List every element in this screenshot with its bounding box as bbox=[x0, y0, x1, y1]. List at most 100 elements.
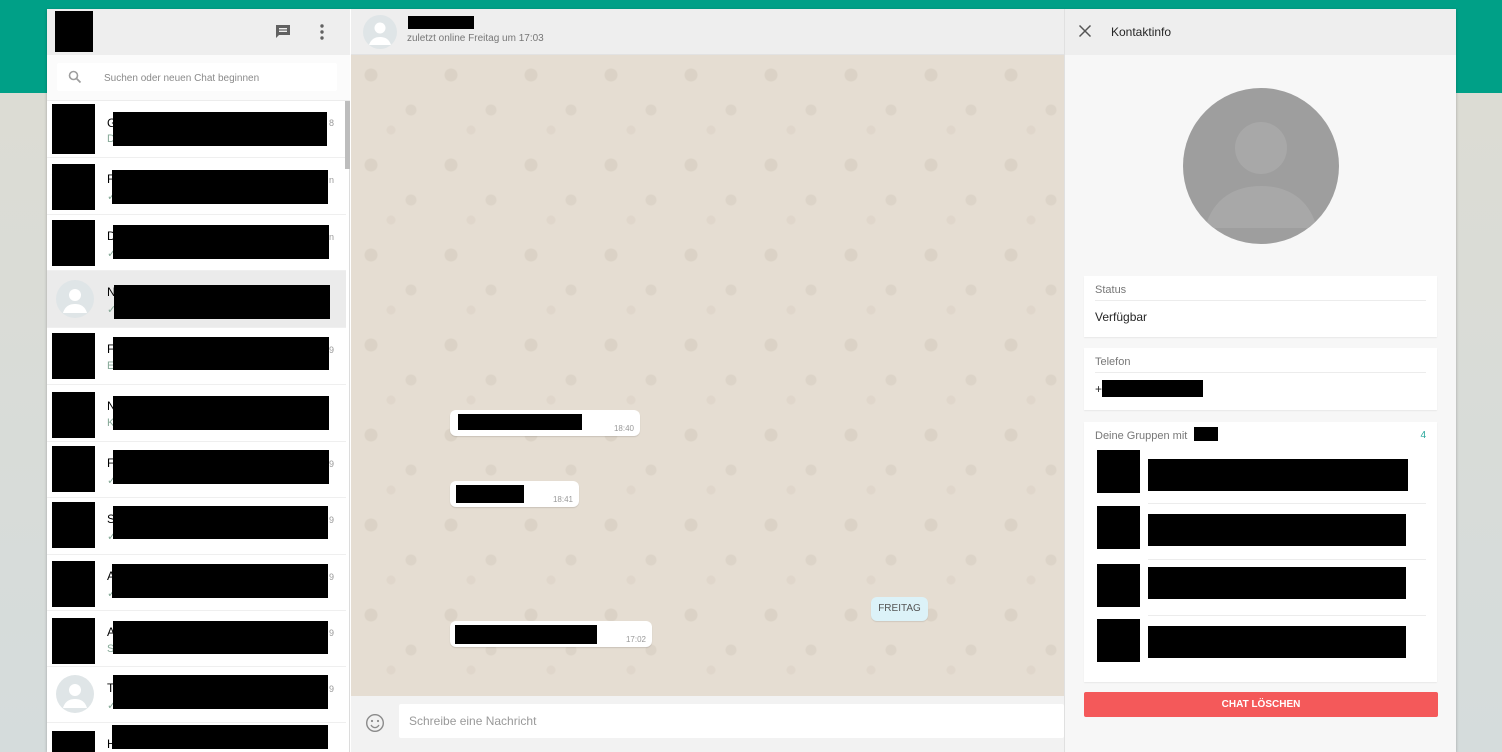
chat-list-item[interactable]: N K bbox=[47, 385, 346, 442]
group-name-redacted bbox=[1148, 626, 1406, 658]
search-input[interactable] bbox=[104, 70, 324, 86]
group-name-redacted bbox=[1148, 459, 1408, 491]
contact-avatar bbox=[56, 675, 94, 713]
my-avatar[interactable] bbox=[55, 11, 93, 52]
message-time: 18:41 bbox=[552, 495, 573, 504]
status-label: Status bbox=[1095, 284, 1127, 296]
contact-avatar bbox=[52, 392, 95, 438]
redaction-box bbox=[113, 112, 327, 146]
contact-avatar bbox=[52, 333, 95, 379]
close-icon[interactable] bbox=[1078, 24, 1092, 38]
chat-time: 9 bbox=[328, 515, 334, 525]
chat-list-item[interactable]: A S 9 bbox=[47, 611, 346, 667]
redaction-box bbox=[113, 506, 328, 539]
phone-number-redacted bbox=[1102, 380, 1203, 397]
group-item[interactable] bbox=[1084, 562, 1437, 618]
message-composer bbox=[351, 696, 1064, 752]
redaction-box bbox=[112, 564, 328, 598]
chat-list-item[interactable]: D ✓ n bbox=[47, 215, 346, 271]
redaction-box bbox=[113, 337, 329, 370]
chat-list-item[interactable]: A ✓ 9 bbox=[47, 555, 346, 611]
group-name-redacted bbox=[1148, 514, 1406, 546]
contact-avatar bbox=[52, 561, 95, 607]
chat-time: 9 bbox=[328, 459, 334, 469]
profile-picture[interactable] bbox=[1183, 88, 1339, 244]
redaction-box bbox=[112, 170, 328, 204]
contact-name-redacted bbox=[1194, 427, 1218, 441]
last-seen-status: zuletzt online Freitag um 17:03 bbox=[407, 33, 544, 44]
redaction-box bbox=[113, 450, 329, 484]
search-icon bbox=[68, 70, 82, 84]
search-bar bbox=[47, 55, 350, 101]
chat-time: 9 bbox=[328, 572, 334, 582]
chat-time: 9 bbox=[328, 684, 334, 694]
chat-list-item[interactable]: S ✓ 9 bbox=[47, 498, 346, 555]
contact-info-pane: Kontaktinfo Status Verfügbar Telefon + D… bbox=[1064, 9, 1456, 752]
chat-list-item[interactable]: F E 9 bbox=[47, 328, 346, 385]
group-item[interactable] bbox=[1084, 448, 1437, 504]
groups-count: 4 bbox=[1420, 430, 1426, 441]
chat-icon[interactable] bbox=[273, 22, 293, 42]
group-item[interactable] bbox=[1084, 504, 1437, 560]
chat-list-item-active[interactable]: N ✓ bbox=[47, 271, 346, 328]
chat-time: 8 bbox=[328, 118, 334, 128]
app-window: G D 8 F ✓ n D ✓ n bbox=[47, 9, 1456, 752]
divider bbox=[1148, 615, 1426, 616]
conversation-header[interactable]: zuletzt online Freitag um 17:03 bbox=[351, 9, 1064, 55]
chat-list-item[interactable]: T ✓ 9 bbox=[47, 667, 346, 723]
default-avatar-icon bbox=[63, 684, 87, 708]
groups-label: Deine Gruppen mit bbox=[1095, 430, 1188, 442]
redaction-box bbox=[113, 675, 328, 709]
contact-avatar bbox=[52, 220, 95, 266]
redaction-box bbox=[114, 285, 330, 319]
conversation-pane: zuletzt online Freitag um 17:03 18:40 18… bbox=[351, 9, 1064, 752]
chat-list-item[interactable]: G D 8 bbox=[47, 101, 346, 158]
divider bbox=[1095, 300, 1426, 301]
search-box[interactable] bbox=[57, 63, 337, 91]
message-bubble[interactable]: 17:02 bbox=[450, 621, 652, 647]
emoji-icon[interactable] bbox=[365, 713, 385, 733]
group-item[interactable] bbox=[1084, 617, 1437, 673]
chat-list-item[interactable]: F ✓ 9 bbox=[47, 442, 346, 498]
divider bbox=[1148, 559, 1426, 560]
default-avatar-icon bbox=[63, 289, 87, 313]
redaction-box bbox=[458, 414, 582, 430]
group-name-redacted bbox=[1148, 567, 1406, 599]
contact-avatar bbox=[52, 731, 95, 752]
chat-list-item[interactable]: H bbox=[47, 723, 346, 752]
message-area: 18:40 18:41 FREITAG 17:02 bbox=[351, 55, 1064, 696]
group-avatar bbox=[1097, 450, 1140, 493]
divider bbox=[1095, 372, 1426, 373]
contact-avatar bbox=[52, 104, 95, 154]
contact-avatar bbox=[56, 280, 94, 318]
menu-icon[interactable] bbox=[312, 22, 332, 42]
phone-card: Telefon + bbox=[1084, 348, 1437, 410]
group-avatar bbox=[1097, 564, 1140, 607]
chat-time: n bbox=[328, 232, 334, 242]
group-avatar bbox=[1097, 506, 1140, 549]
chat-time: n bbox=[328, 175, 334, 185]
default-avatar-icon bbox=[1205, 122, 1317, 228]
phone-label: Telefon bbox=[1095, 356, 1131, 368]
group-avatar bbox=[1097, 619, 1140, 662]
message-bubble[interactable]: 18:41 bbox=[450, 481, 579, 507]
status-value: Verfügbar bbox=[1095, 310, 1148, 324]
chat-list-pane: G D 8 F ✓ n D ✓ n bbox=[47, 9, 350, 752]
message-time: 17:02 bbox=[625, 635, 646, 644]
contact-avatar bbox=[52, 446, 95, 492]
groups-card: Deine Gruppen mit 4 bbox=[1084, 422, 1437, 682]
message-time: 18:40 bbox=[613, 424, 634, 433]
chat-list: G D 8 F ✓ n D ✓ n bbox=[47, 101, 350, 752]
redaction-box bbox=[455, 625, 597, 644]
redaction-box bbox=[112, 725, 328, 749]
contact-info-header: Kontaktinfo bbox=[1065, 9, 1456, 55]
redaction-box bbox=[113, 225, 329, 259]
message-bubble[interactable]: 18:40 bbox=[450, 410, 640, 436]
contact-avatar bbox=[52, 164, 95, 210]
message-input[interactable] bbox=[399, 704, 1064, 738]
delete-chat-button[interactable]: CHAT LÖSCHEN bbox=[1084, 692, 1438, 717]
chat-list-item[interactable]: F ✓ n bbox=[47, 158, 346, 215]
chat-list-scrollbar[interactable] bbox=[345, 101, 350, 169]
chat-time: 9 bbox=[328, 345, 334, 355]
contact-avatar[interactable] bbox=[363, 15, 397, 49]
